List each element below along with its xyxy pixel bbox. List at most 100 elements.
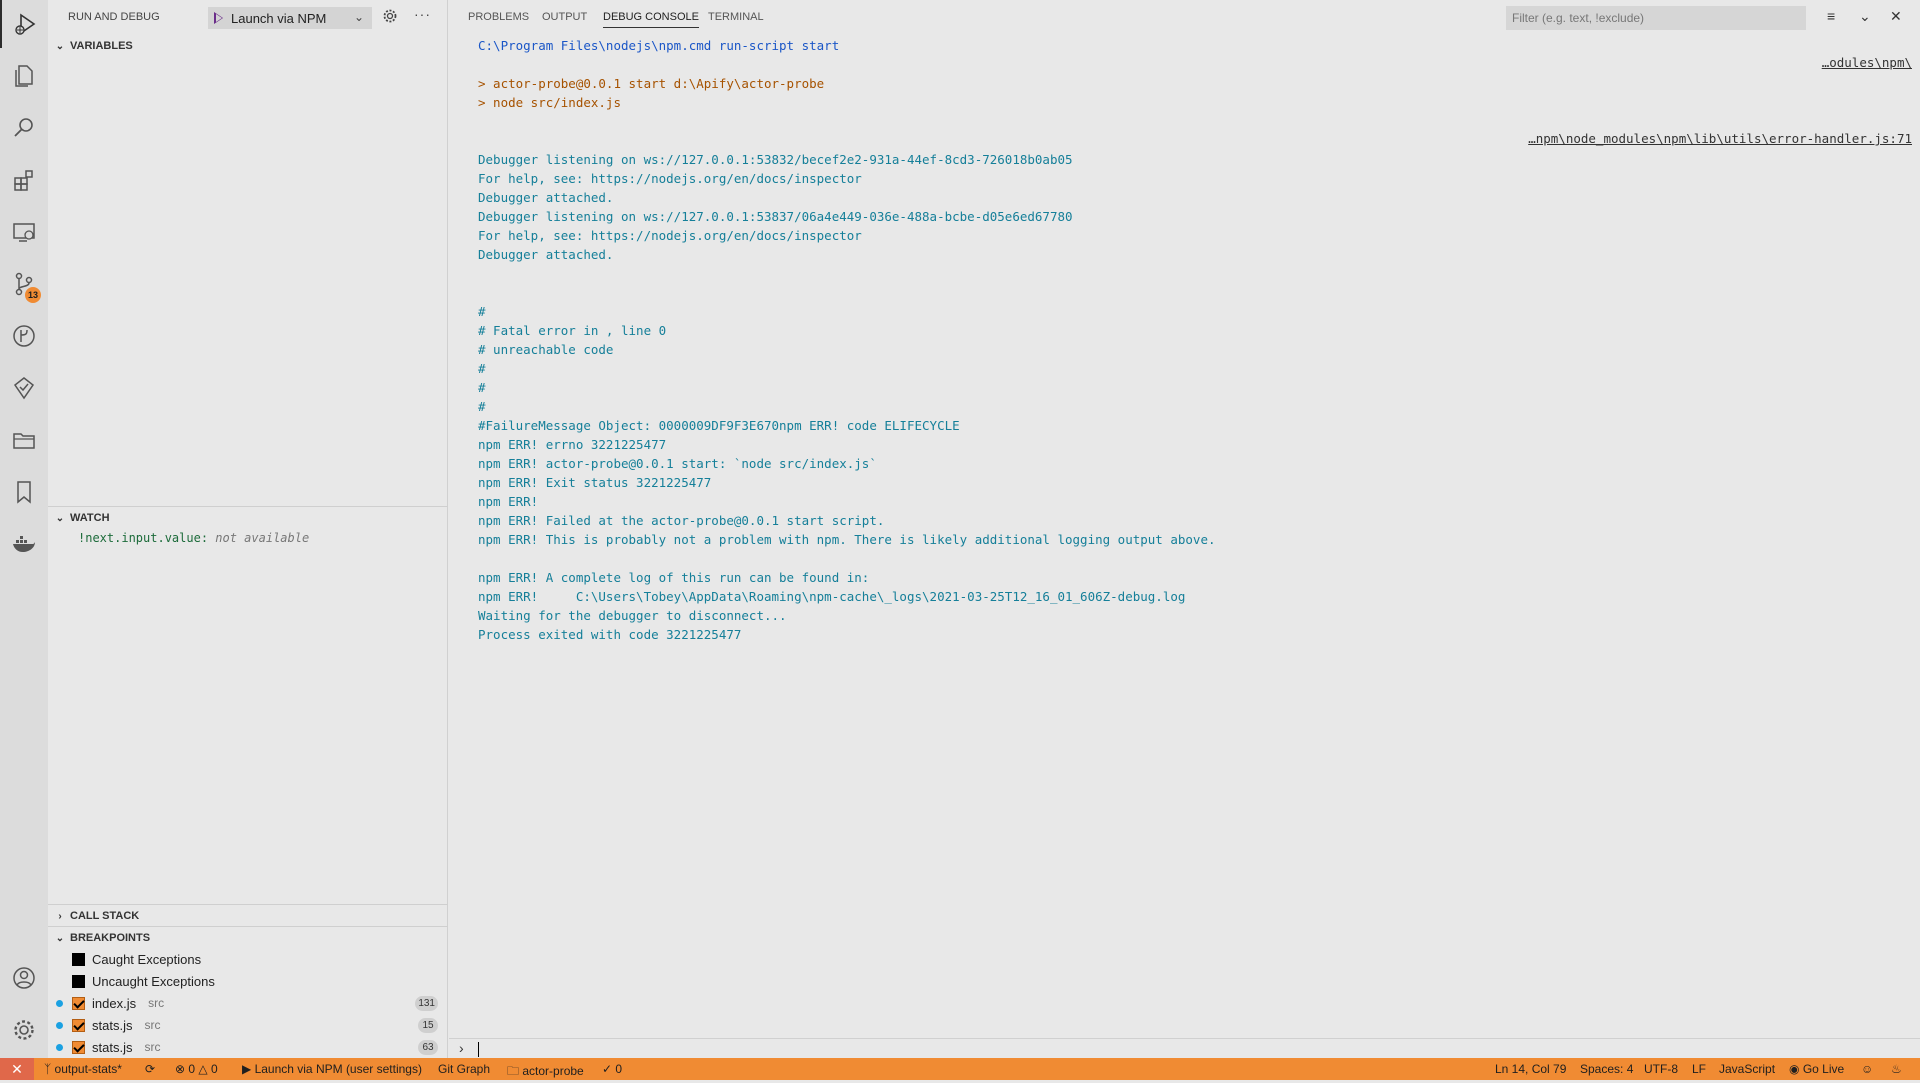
console-line: Debugger attached. <box>478 190 614 205</box>
breakpoint-file: index.js <box>92 995 137 1011</box>
console-line: # <box>478 361 486 376</box>
search-icon[interactable] <box>0 104 48 152</box>
more-actions-icon[interactable]: ··· <box>414 6 431 22</box>
breakpoint-row[interactable]: index.js src 131 <box>48 992 448 1014</box>
encoding-status[interactable]: UTF-8 <box>1644 1062 1678 1076</box>
breakpoint-checkbox[interactable] <box>72 952 85 966</box>
run-debug-icon[interactable] <box>0 0 48 48</box>
console-filter-input[interactable] <box>1506 6 1806 30</box>
run-debug-sidebar: RUN AND DEBUG Launch via NPM ⌄ ··· ⌄ VAR… <box>48 0 448 1058</box>
git-graph-status[interactable]: Git Graph <box>438 1062 490 1076</box>
breakpoint-row[interactable]: stats.js src 15 <box>48 1014 448 1036</box>
tab-output[interactable]: OUTPUT <box>542 11 587 23</box>
chevron-down-icon: ⌄ <box>55 932 65 944</box>
breakpoint-checkbox[interactable] <box>72 974 85 988</box>
breakpoints-section-header[interactable]: ⌄ BREAKPOINTS <box>48 926 448 949</box>
problems-status[interactable]: ⊗ 0 △ 0 <box>175 1062 218 1076</box>
console-line: #FailureMessage Object: 0000009DF9F3E670… <box>478 418 960 433</box>
console-line: npm ERR! Exit status 3221225477 <box>478 475 712 490</box>
chevron-down-icon[interactable]: ⌄ <box>354 10 364 24</box>
remote-icon[interactable]: ✕ <box>0 1058 34 1080</box>
breakpoint-file: stats.js <box>92 1039 133 1055</box>
breakpoint-row[interactable]: Uncaught Exceptions <box>48 970 448 992</box>
breakpoints-title: BREAKPOINTS <box>70 932 151 944</box>
breakpoint-path: src <box>144 1040 161 1054</box>
console-line: npm ERR! C:\Users\Tobey\AppData\Roaming\… <box>478 589 1186 604</box>
sync-icon[interactable]: ⟳ <box>145 1062 155 1076</box>
breakpoint-row[interactable]: stats.js src 63 <box>48 1036 448 1058</box>
tab-debug-console[interactable]: DEBUG CONSOLE <box>603 11 699 28</box>
breakpoint-label: Caught Exceptions <box>92 951 202 967</box>
branch-name: output-stats* <box>54 1062 122 1076</box>
error-count: 0 <box>188 1062 196 1076</box>
folder-name: actor-probe <box>522 1064 584 1078</box>
console-line: # <box>478 399 486 414</box>
check-status[interactable]: ✓ 0 <box>602 1062 622 1076</box>
console-line: > node src/index.js <box>478 95 621 110</box>
call-stack-title: CALL STACK <box>70 910 140 922</box>
go-live-status[interactable]: ◉ Go Live <box>1789 1062 1844 1076</box>
console-line: # unreachable code <box>478 342 614 357</box>
clear-console-icon[interactable]: ≡ <box>1827 8 1835 24</box>
console-line: For help, see: https://nodejs.org/en/doc… <box>478 228 862 243</box>
bookmarks-icon[interactable] <box>0 468 48 516</box>
breakpoint-checkbox[interactable] <box>72 1040 85 1054</box>
sidebar-header: RUN AND DEBUG Launch via NPM ⌄ ··· <box>48 0 448 35</box>
eol-status[interactable]: LF <box>1692 1062 1706 1076</box>
tab-problems[interactable]: PROBLEMS <box>468 11 529 23</box>
breakpoint-line: 15 <box>418 1017 438 1033</box>
console-line: # <box>478 380 486 395</box>
watch-section-header[interactable]: ⌄ WATCH <box>48 506 448 529</box>
chevron-down-icon: ⌄ <box>55 512 65 524</box>
chevron-down-icon: ⌄ <box>55 40 65 52</box>
source-control-badge: 13 <box>25 287 41 303</box>
indentation-status[interactable]: Spaces: 4 <box>1580 1062 1633 1076</box>
breakpoint-checkbox[interactable] <box>72 996 85 1010</box>
debug-config-status[interactable]: ▶ Launch via NPM (user settings) <box>242 1062 422 1076</box>
breakpoint-row[interactable]: Caught Exceptions <box>48 948 448 970</box>
console-line: For help, see: https://nodejs.org/en/doc… <box>478 171 862 186</box>
gear-icon[interactable] <box>382 8 398 27</box>
remote-explorer-icon[interactable] <box>0 208 48 256</box>
source-control-icon[interactable]: 13 <box>0 260 48 308</box>
repl-input-row[interactable]: › <box>449 1038 1920 1059</box>
cursor-position[interactable]: Ln 14, Col 79 <box>1495 1062 1566 1076</box>
variables-section-header[interactable]: ⌄ VARIABLES <box>48 35 448 57</box>
accounts-icon[interactable] <box>0 954 48 1002</box>
feedback-icon[interactable]: ☺ <box>1861 1062 1873 1076</box>
language-status[interactable]: JavaScript <box>1719 1062 1775 1076</box>
start-debugging-icon[interactable] <box>214 12 223 24</box>
console-line: npm ERR! This is probably not a problem … <box>478 532 1216 547</box>
console-line: # Fatal error in , line 0 <box>478 323 667 338</box>
branch-status[interactable]: ᛉ output-stats* <box>44 1062 122 1076</box>
tab-terminal[interactable]: TERMINAL <box>708 11 764 23</box>
call-stack-section-header[interactable]: › CALL STACK <box>48 904 448 927</box>
breakpoint-checkbox[interactable] <box>72 1018 85 1032</box>
watch-expression-name: !next.input.value: <box>78 531 209 545</box>
variables-title: VARIABLES <box>70 40 133 52</box>
console-line: npm ERR! errno 3221225477 <box>478 437 667 452</box>
console-line: npm ERR! actor-probe@0.0.1 start: `node … <box>478 456 877 471</box>
sidebar-title: RUN AND DEBUG <box>68 11 160 23</box>
bell-icon[interactable]: ♨ <box>1891 1062 1902 1076</box>
project-manager-icon[interactable] <box>0 416 48 464</box>
docker-icon[interactable] <box>0 520 48 568</box>
settings-icon[interactable] <box>0 1006 48 1054</box>
git-graph-icon[interactable] <box>0 312 48 360</box>
launch-config-select[interactable]: Launch via NPM ⌄ <box>208 7 372 29</box>
panel-tabs: PROBLEMS OUTPUT DEBUG CONSOLE TERMINAL ≡… <box>449 0 1920 35</box>
watch-expression[interactable]: !next.input.value: not available <box>78 531 309 545</box>
extensions-icon[interactable] <box>0 156 48 204</box>
close-icon[interactable]: ✕ <box>1890 8 1902 25</box>
status-bar: ✕ ᛉ output-stats* ⟳ ⊗ 0 △ 0 ▶ Launch via… <box>0 1058 1920 1080</box>
chevron-down-icon[interactable]: ⌄ <box>1859 8 1871 25</box>
console-line: Debugger listening on ws://127.0.0.1:538… <box>478 209 1073 224</box>
explorer-icon[interactable] <box>0 52 48 100</box>
check-count: 0 <box>615 1062 623 1076</box>
testing-icon[interactable] <box>0 364 48 412</box>
console-line: C:\Program Files\nodejs\npm.cmd run-scri… <box>478 38 840 53</box>
